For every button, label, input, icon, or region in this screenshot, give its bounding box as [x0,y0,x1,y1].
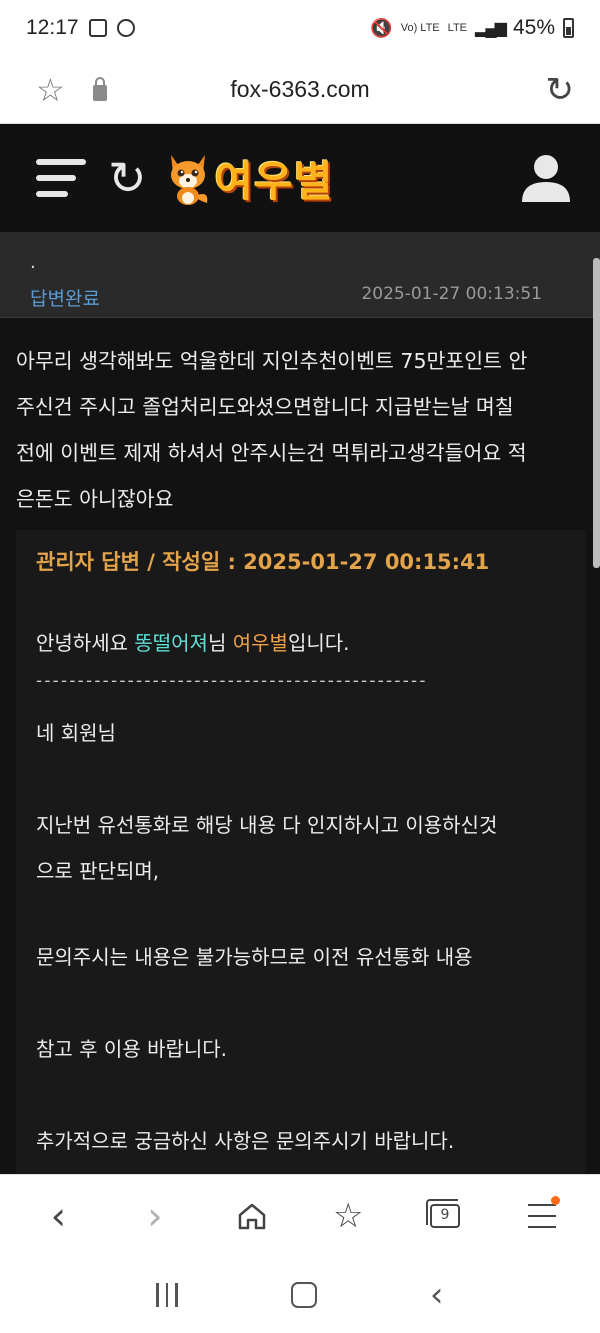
volte-icon: Vo) LTE [400,21,440,34]
greeting-prefix: 안녕하세요 [36,631,135,655]
question-body: 아무리 생각해봐도 억울한데 지인추천이벤트 75만포인트 안 주신건 주시고 … [16,338,586,522]
back-icon[interactable]: ‹ [430,1278,444,1312]
post-header: . 답변완료 2025-01-27 00:13:51 [0,232,600,318]
notification-dot [550,1195,560,1205]
recent-apps-icon[interactable] [156,1282,178,1307]
back-icon: ‹ [50,1193,66,1238]
greeting-suffix: 입니다. [287,631,350,655]
status-bar: 12:17 🔇 Vo) LTE LTE ▂▄▆ 45% [0,0,600,56]
site-name: 여우별 [232,631,288,655]
answer-body: 안녕하세요 똥떨어져님 여우별입니다. --------------------… [36,620,566,1164]
site-logo[interactable]: 여우별 [165,148,334,209]
battery-icon [563,18,574,38]
scrollbar-thumb[interactable] [593,258,600,568]
browser-menu-button[interactable] [512,1186,572,1246]
answer-greeting: 안녕하세요 똥떨어져님 여우별입니다. [36,620,566,666]
answer-line: 네 회원님 [36,721,116,745]
answer-divider: ----------------------------------------… [36,671,428,691]
question-line: 주신건 주시고 졸업처리도와셨으면합니다 지급받는날 며칠 [16,395,514,419]
status-badge: 답변완료 [30,288,100,310]
lte-icon: LTE [447,21,468,34]
messenger-icon [116,19,135,37]
browser-bottom-nav: ‹ › ☆ 9 [0,1174,600,1256]
signal-icon: ▂▄▆ [475,20,507,37]
answer-line: 문의주시는 내용은 불가능하므로 이전 유선통화 내용 [36,945,473,969]
tabs-button[interactable]: 9 [415,1186,475,1246]
bookmarks-icon: ☆ [333,1195,364,1236]
logo-text: 여우별 [214,156,334,206]
question-line: 은돈도 아니잖아요 [16,487,174,511]
lock-icon[interactable] [92,76,107,101]
admin-answer: 관리자 답변 / 작성일 : 2025-01-27 00:15:41 안녕하세요… [16,530,586,1174]
home-button[interactable] [222,1186,282,1246]
answer-line: 참고 후 이용 바랍니다. [36,1037,228,1061]
status-time: 12:17 [26,16,79,39]
mute-icon: 🔇 [370,17,393,38]
home-icon[interactable] [290,1281,317,1308]
menu-icon[interactable] [36,157,86,199]
back-button[interactable]: ‹ [28,1186,88,1246]
answer-header: 관리자 답변 / 작성일 : 2025-01-27 00:15:41 [36,550,490,574]
browser-url-bar: ☆ fox-6363.com ↻ [0,56,600,124]
tabs-icon: 9 [425,1198,460,1228]
greeting-mid: 님 [207,631,233,655]
post-date: 2025-01-27 00:13:51 [361,284,542,304]
reload-icon[interactable]: ↻ [546,73,575,107]
gallery-icon [88,19,107,37]
forward-icon: › [147,1193,163,1238]
forward-button[interactable]: › [125,1186,185,1246]
status-bar-right: 🔇 Vo) LTE LTE ▂▄▆ 45% [370,16,574,40]
post-title: . [30,252,36,273]
home-icon [238,1203,265,1229]
refresh-icon[interactable]: ↻ [108,155,147,201]
answer-line: 지난번 유선통화로 해당 내용 다 인지하시고 이용하신것 [36,813,498,837]
fox-logo-icon [170,155,207,205]
bookmark-star-icon[interactable]: ☆ [36,74,65,106]
member-nickname: 똥떨어져 [134,631,208,655]
bookmarks-button[interactable]: ☆ [318,1186,378,1246]
menu-icon [527,1203,556,1228]
user-icon[interactable] [520,152,572,204]
answer-line: 추가적으로 궁금하신 사항은 문의주시기 바랍니다. [36,1129,455,1153]
site-header: ↻ 여우별 [0,124,600,232]
post-content: . 답변완료 2025-01-27 00:13:51 아무리 생각해봐도 억울한… [0,232,600,1174]
question-line: 아무리 생각해봐도 억울한데 지인추천이벤트 75만포인트 안 [16,349,528,373]
battery-percent: 45% [512,16,555,39]
answer-line: 으로 판단되며, [36,859,160,883]
status-bar-left: 12:17 [26,16,135,40]
system-nav-bar: ‹ [0,1256,600,1333]
question-line: 전에 이벤트 제재 하셔서 안주시는건 먹튀라고생각들어요 적 [16,441,527,465]
